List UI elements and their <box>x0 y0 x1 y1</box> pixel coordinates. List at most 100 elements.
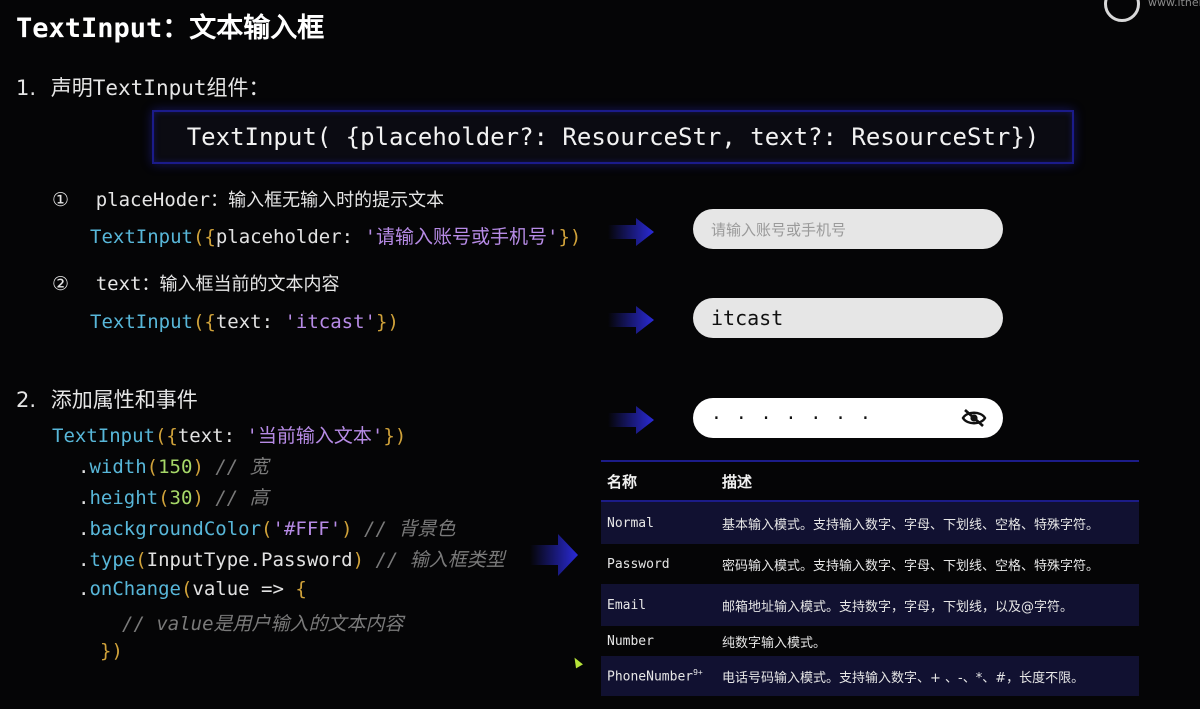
code-line-4: .backgroundColor('#FFF') // 背景色 <box>78 514 455 541</box>
item-2-marker: ② <box>52 273 70 295</box>
input-value: itcast <box>711 306 784 330</box>
table-row: Email 邮箱地址输入模式。支持数字，字母，下划线，以及@字符。 <box>601 584 1139 626</box>
item-1-marker: ① <box>52 189 70 211</box>
code-line-2: .width(150) // 宽 <box>78 452 269 479</box>
code-line-1: TextInput({text: '当前输入文本'}) <box>52 421 406 448</box>
code-punct: ) <box>352 549 365 571</box>
password-dots: ······· <box>711 407 885 429</box>
cell-name: PhoneNumber9+ <box>601 668 722 684</box>
code-string: 'itcast' <box>284 311 376 333</box>
text-input-preview[interactable]: itcast <box>693 298 1003 338</box>
api-version-badge: 9+ <box>693 667 703 677</box>
cell-desc: 密码输入模式。支持输入数字、字母、下划线、空格、特殊字符。 <box>722 558 1100 574</box>
password-input-preview[interactable]: ······· <box>693 398 1003 438</box>
placeholder-text: 请输入账号或手机号 <box>711 220 847 239</box>
header-desc: 描述 <box>722 472 753 491</box>
section-1-suffix: 组件： <box>206 76 270 100</box>
code-comment: // 输入框类型 <box>364 549 505 571</box>
code-line-5: .type(InputType.Password) // 输入框类型 <box>78 545 505 572</box>
code-punct: ( <box>261 518 273 540</box>
mouse-cursor-icon <box>571 655 583 669</box>
code-punct: }) <box>100 640 123 662</box>
code-line-3: .height(30) // 高 <box>78 483 269 510</box>
section-2-heading: 2. 添加属性和事件 <box>16 384 198 414</box>
code-punct: ({ <box>192 226 216 248</box>
code-punct: ({ <box>192 311 216 333</box>
section-1-code: TextInput <box>92 76 207 100</box>
code-dot: . <box>78 578 90 600</box>
code-fn: TextInput <box>90 226 193 248</box>
section-2-number: 2. <box>16 388 37 412</box>
section-1-heading: 1. 声明TextInput组件： <box>16 72 270 102</box>
table-row: Number 纯数字输入模式。 <box>601 626 1139 656</box>
code-line-8: }) <box>100 640 123 662</box>
code-dot: . <box>78 518 90 540</box>
code-arg: InputType.Password <box>146 549 353 571</box>
table-header: 名称 描述 <box>601 462 1139 502</box>
code-dot: . <box>78 456 90 478</box>
page-title: TextInput：文本输入框 <box>16 13 325 44</box>
arrow-right-icon <box>530 534 578 576</box>
item-2-desc: ：输入框当前的文本内容 <box>141 274 340 295</box>
cell-desc: 基本输入模式。支持输入数字、字母、下划线、空格、特殊字符。 <box>722 517 1100 533</box>
code-fn: width <box>89 456 147 478</box>
constructor-signature: TextInput( {placeholder?: ResourceStr, t… <box>152 110 1074 164</box>
cell-name: Email <box>607 597 647 613</box>
code-key: text: <box>215 311 285 333</box>
code-fn: type <box>89 549 136 571</box>
cell-desc: 邮箱地址输入模式。支持数字，字母，下划线，以及@字符。 <box>722 599 1074 615</box>
code-punct: }) <box>558 226 582 248</box>
brand-url: www.itheima <box>1148 0 1200 9</box>
code-fn: TextInput <box>52 425 155 447</box>
section-1-prefix: 声明 <box>50 76 93 100</box>
cell-name: Number <box>607 633 654 649</box>
code-dot: . <box>78 549 90 571</box>
code-string: '#FFF' <box>272 518 342 540</box>
item-2-code: TextInput({text: 'itcast'}) <box>90 311 399 333</box>
code-punct: ({ <box>154 425 178 447</box>
item-1-name: placeHoder <box>95 189 211 211</box>
table-row: Password 密码输入模式。支持输入数字、字母、下划线、空格、特殊字符。 <box>601 544 1139 584</box>
arrow-right-icon <box>608 406 654 434</box>
arrow-right-icon <box>608 306 654 334</box>
cell-name: Password <box>607 556 670 572</box>
cell-name: Normal <box>607 515 654 531</box>
code-line-7: // value是用户输入的文本内容 <box>122 609 404 636</box>
code-comment: // 背景色 <box>352 518 456 540</box>
code-arg: value => <box>192 578 296 600</box>
cell-desc: 电话号码输入模式。支持输入数字、+ 、-、*、#，长度不限。 <box>722 670 1085 686</box>
code-string: '当前输入文本' <box>246 425 384 447</box>
code-punct: ) <box>341 518 353 540</box>
code-fn: height <box>89 487 159 509</box>
section-1-number: 1. <box>16 76 37 100</box>
eye-off-icon[interactable] <box>961 407 987 429</box>
item-1-heading: ① placeHoder：输入框无输入时的提示文本 <box>52 186 444 212</box>
code-punct: }) <box>376 311 399 333</box>
code-fn: onChange <box>89 578 181 600</box>
code-punct: ( <box>158 487 170 509</box>
arrow-right-icon <box>608 218 654 246</box>
brand-logo-icon <box>1104 0 1140 22</box>
item-1-code: TextInput({placeholder: '请输入账号或手机号'}) <box>90 222 581 249</box>
code-comment: // 高 <box>203 487 269 509</box>
code-string: '请输入账号或手机号' <box>364 226 559 248</box>
cell-desc: 纯数字输入模式。 <box>722 635 827 651</box>
code-key: placeholder: <box>215 226 365 248</box>
code-punct: ( <box>135 549 147 571</box>
code-punct: ( <box>146 456 159 478</box>
code-comment: // 宽 <box>203 456 269 478</box>
code-punct: ) <box>192 456 204 478</box>
section-2-label: 添加属性和事件 <box>50 388 198 412</box>
code-number: 30 <box>169 487 193 509</box>
item-2-heading: ② text：输入框当前的文本内容 <box>52 270 340 296</box>
code-dot: . <box>78 487 90 509</box>
cell-name-text: PhoneNumber <box>607 669 694 685</box>
item-1-desc: ：输入框无输入时的提示文本 <box>210 190 445 211</box>
code-line-6: .onChange(value => { <box>78 578 307 600</box>
code-punct: { <box>295 578 307 600</box>
placeholder-input-preview[interactable]: 请输入账号或手机号 <box>693 209 1003 249</box>
code-fn: backgroundColor <box>89 518 262 540</box>
code-number: 150 <box>158 456 193 478</box>
item-2-name: text <box>95 273 142 295</box>
table-row: PhoneNumber9+ 电话号码输入模式。支持输入数字、+ 、-、*、#，长… <box>601 656 1139 696</box>
